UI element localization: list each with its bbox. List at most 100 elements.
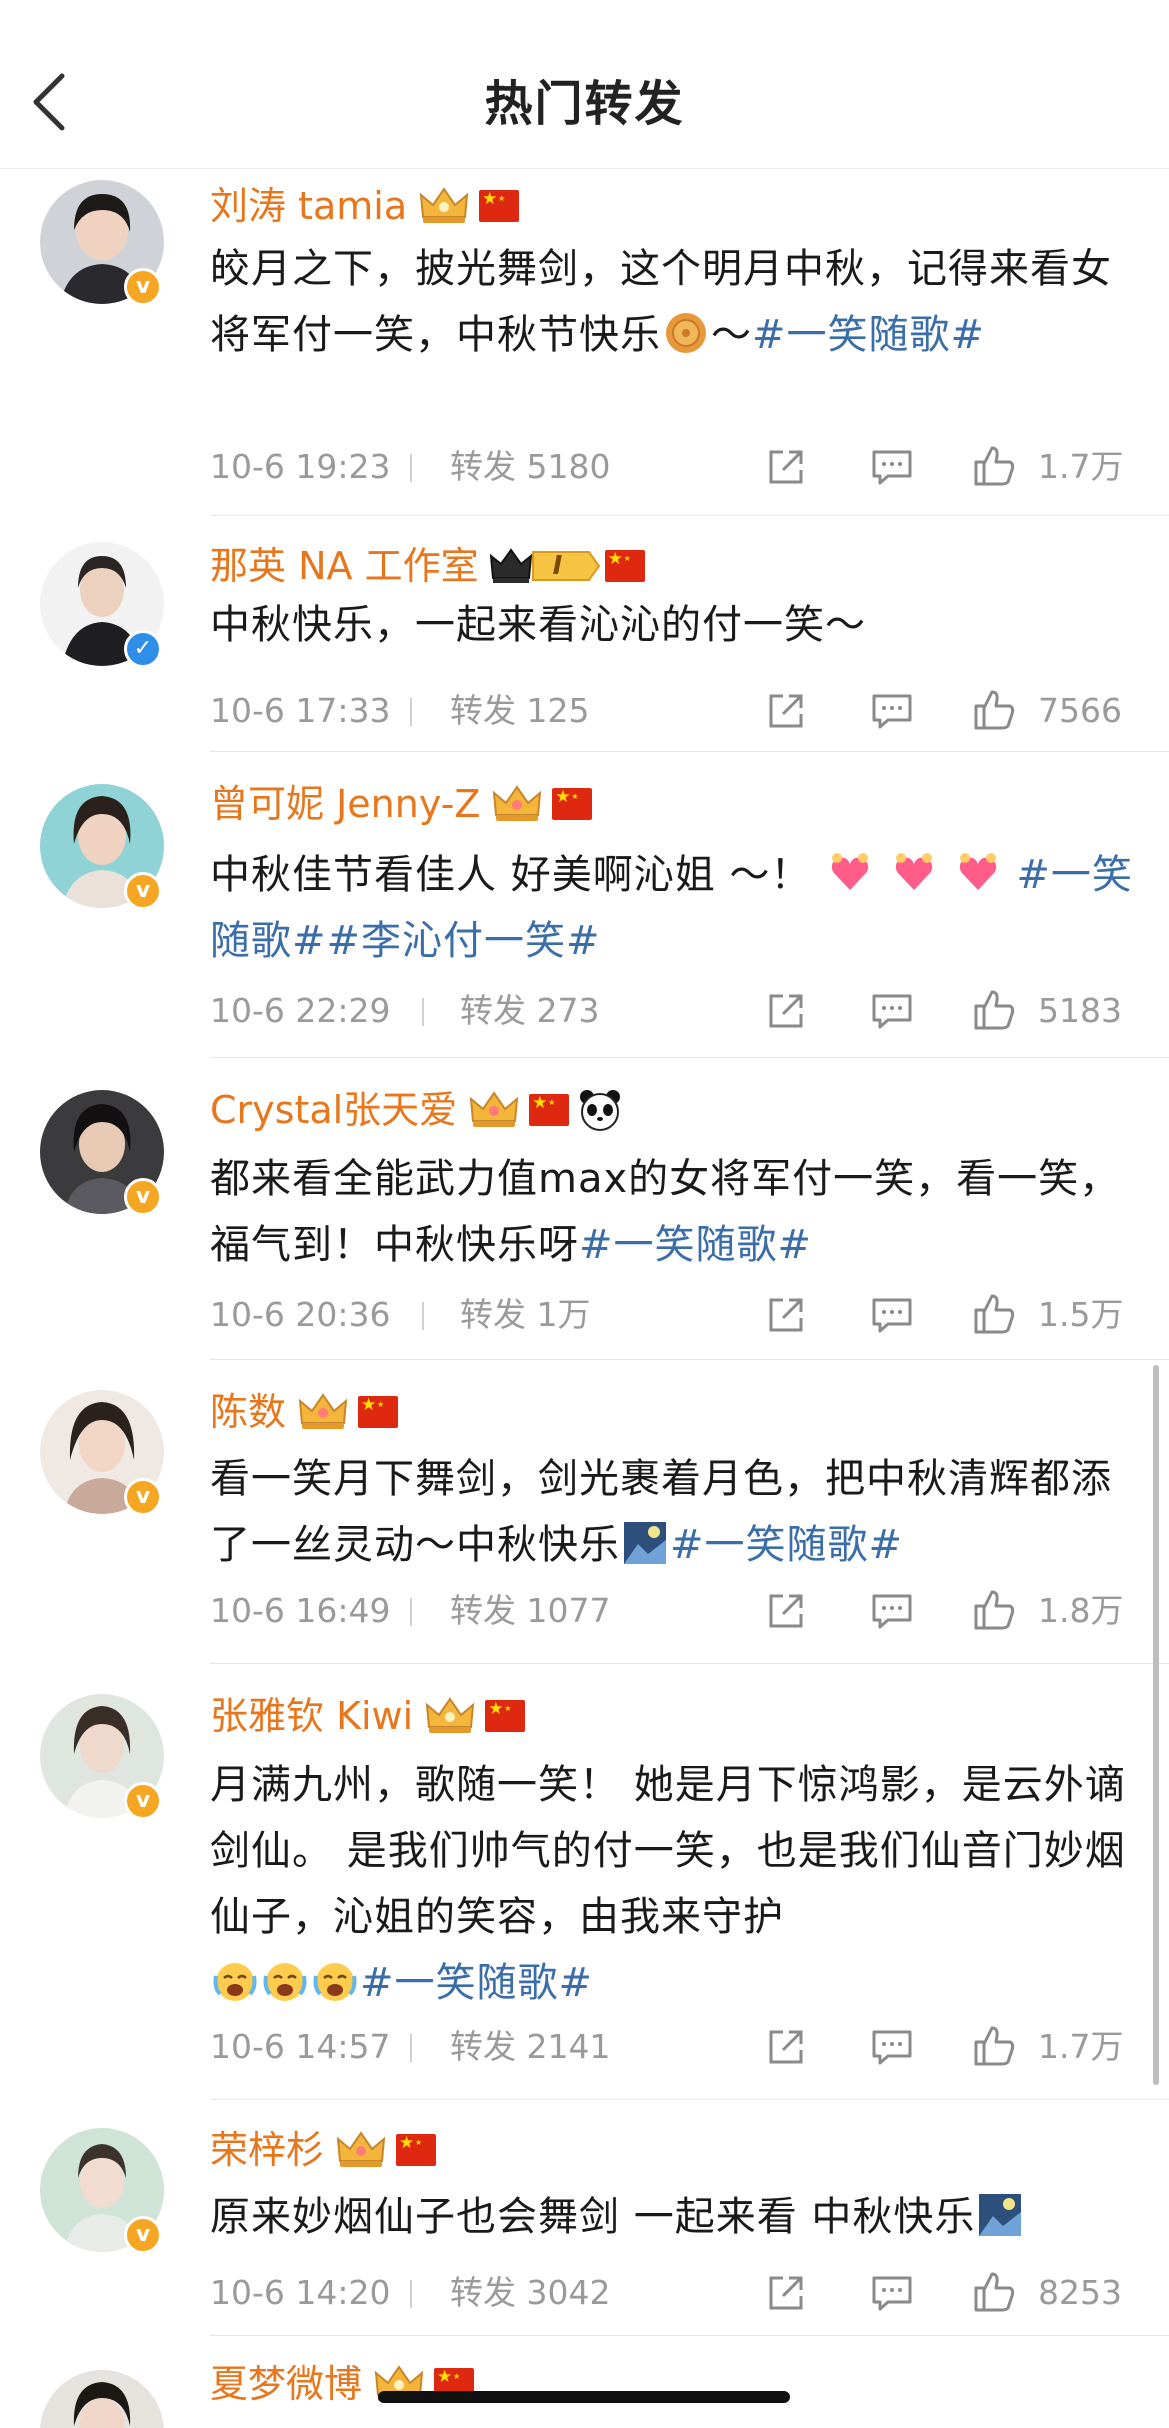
repost-item[interactable]: v 荣梓杉 原来妙烟仙子也会舞剑 一起来看 中秋快乐 10-6 14:20 转发… xyxy=(0,2100,1169,2336)
user-name[interactable]: 刘涛 tamia xyxy=(210,180,407,232)
share-icon[interactable] xyxy=(765,690,807,732)
night-scene-icon xyxy=(979,2194,1022,2236)
hashtag-link[interactable]: #一笑随歌# xyxy=(670,1522,903,1568)
crying-face-icon xyxy=(313,1963,357,2001)
heart-hands-icon xyxy=(959,853,996,890)
panda-icon xyxy=(580,1090,621,1131)
meta-row: 10-6 17:33 转发 125 7566 xyxy=(210,686,1135,736)
comment-icon[interactable] xyxy=(870,2272,914,2314)
post-content: 原来妙烟仙子也会舞剑 一起来看 中秋快乐 xyxy=(210,2184,1135,2250)
like-icon[interactable] xyxy=(970,686,1018,734)
heart-hands-icon xyxy=(895,853,933,890)
post-content: 月满九州，歌随一笑！ 她是月下惊鸿影，是云外谪剑仙。 是我们帅气的付一笑，也是我… xyxy=(210,1762,1126,2006)
comment-icon[interactable] xyxy=(870,990,914,1032)
repost-item[interactable]: 夏梦微博 xyxy=(0,2336,1169,2428)
china-flag-icon xyxy=(479,189,520,222)
share-icon[interactable] xyxy=(765,1294,807,1336)
like-count: 8253 xyxy=(1038,2273,1122,2312)
user-name[interactable]: 陈数 xyxy=(210,1386,286,1438)
china-flag-icon xyxy=(485,1699,526,1732)
home-indicator[interactable] xyxy=(378,2391,790,2403)
share-icon[interactable] xyxy=(765,990,807,1032)
post-time: 10-6 14:57 xyxy=(210,2027,391,2066)
comment-icon[interactable] xyxy=(870,1294,914,1336)
separator xyxy=(410,1598,412,1626)
hashtag-link[interactable]: #一笑随歌# xyxy=(752,312,985,358)
repost-item[interactable]: v 陈数 看一笑月下舞剑，剑光裹着月色，把中秋清辉都添了一丝灵动～中秋快乐#一笑… xyxy=(0,1360,1169,1664)
repost-item[interactable]: v 曾可妮 Jenny-Z 中秋佳节看佳人 好美啊沁姐 ～！ #一笑随歌##李沁… xyxy=(0,752,1169,1058)
user-name[interactable]: 夏梦微博 xyxy=(210,2358,362,2410)
like-icon[interactable] xyxy=(970,2268,1018,2316)
avatar[interactable] xyxy=(40,2370,164,2428)
page-title: 热门转发 xyxy=(484,76,685,132)
user-name[interactable]: 曾可妮 Jenny-Z xyxy=(210,778,480,830)
meta-row: 10-6 14:57 转发 2141 1.7万 xyxy=(210,2022,1135,2072)
repost-count: 转发 5180 xyxy=(450,447,611,486)
verified-icon: ✓ xyxy=(124,630,162,668)
comment-icon[interactable] xyxy=(870,2026,914,2068)
user-name[interactable]: 张雅钦 Kiwi xyxy=(210,1690,413,1742)
heart-hands-icon xyxy=(832,853,869,890)
like-icon[interactable] xyxy=(970,986,1018,1034)
user-name[interactable]: Crystal张天爱 xyxy=(210,1084,457,1136)
crying-face-icon xyxy=(213,1963,257,2001)
post-time: 10-6 22:29 xyxy=(210,991,391,1030)
repost-count: 转发 273 xyxy=(460,991,600,1030)
post-time: 10-6 17:33 xyxy=(210,691,391,730)
like-icon[interactable] xyxy=(970,442,1018,490)
china-flag-icon xyxy=(552,787,593,820)
page: 热门转发 v 刘涛 tamia ★ ★ 皎月之下，披光舞剑，这个明月中秋，记得来… xyxy=(0,0,1169,2428)
repost-item[interactable]: v Crystal张天爱 都来看全能武力值max的女将军付一笑，看一笑，福气到！… xyxy=(0,1058,1169,1360)
post-content: 中秋佳节看佳人 好美啊沁姐 ～！ #一笑随歌##李沁付一笑# xyxy=(210,852,1133,964)
share-icon[interactable] xyxy=(765,2026,807,2068)
repost-count: 转发 1077 xyxy=(450,1591,611,1630)
share-icon[interactable] xyxy=(765,1590,807,1632)
verified-icon: v xyxy=(124,1478,162,1516)
post-content: 看一笑月下舞剑，剑光裹着月色，把中秋清辉都添了一丝灵动～中秋快乐 #一笑随歌# xyxy=(210,1456,1112,1568)
post-time: 10-6 14:20 xyxy=(210,2273,391,2312)
comment-icon[interactable] xyxy=(870,690,914,732)
comment-icon[interactable] xyxy=(870,1590,914,1632)
share-icon[interactable] xyxy=(765,2272,807,2314)
crown-icon xyxy=(419,187,469,223)
post-time: 10-6 20:36 xyxy=(210,1295,391,1334)
name-row: 那英 NA 工作室 I xyxy=(210,536,645,596)
user-name[interactable]: 那英 NA 工作室 xyxy=(210,540,479,592)
china-flag-icon xyxy=(358,1395,399,1428)
crown-icon xyxy=(489,548,600,583)
share-icon[interactable] xyxy=(765,446,807,488)
separator xyxy=(410,698,412,726)
post-time: 10-6 19:23 xyxy=(210,447,391,486)
crown-icon xyxy=(425,1697,475,1733)
verified-icon: v xyxy=(124,268,162,306)
hashtag-link[interactable]: #一笑随歌# xyxy=(579,1222,812,1268)
repost-item[interactable]: v 刘涛 tamia 皎月之下，披光舞剑，这个明月中秋，记得来看女将军付一笑，中… xyxy=(0,168,1169,516)
post-time: 10-6 16:49 xyxy=(210,1591,391,1630)
verified-icon: v xyxy=(124,1782,162,1820)
comment-icon[interactable] xyxy=(870,446,914,488)
verified-icon: v xyxy=(124,872,162,910)
repost-count: 转发 1万 xyxy=(460,1295,591,1334)
post-content: 中秋快乐，一起来看沁沁的付一笑～ xyxy=(210,602,866,648)
post-content: 皎月之下，披光舞剑，这个明月中秋，记得来看女将军付一笑，中秋节快乐 ～#一笑随歌# xyxy=(210,246,1112,358)
separator xyxy=(410,2034,412,2062)
meta-row: 10-6 22:29 转发 273 5183 xyxy=(210,986,1135,1036)
like-icon[interactable] xyxy=(970,1290,1018,1338)
crown-icon xyxy=(336,2131,386,2167)
like-icon[interactable] xyxy=(970,1586,1018,1634)
user-name[interactable]: 荣梓杉 xyxy=(210,2124,324,2176)
repost-count: 转发 3042 xyxy=(450,2273,611,2312)
repost-item[interactable]: v 张雅钦 Kiwi 月满九州，歌随一笑！ 她是月下惊鸿影，是云外谪剑仙。 是我… xyxy=(0,1664,1169,2100)
like-count: 5183 xyxy=(1038,991,1122,1030)
hashtag-link[interactable]: #一笑随歌# xyxy=(360,1960,593,2006)
name-row: Crystal张天爱 xyxy=(210,1080,623,1140)
like-icon[interactable] xyxy=(970,2022,1018,2070)
repost-item[interactable]: ✓ 那英 NA 工作室 I 中秋快乐，一起来看沁沁的付一笑～ 10-6 17:3… xyxy=(0,516,1169,752)
china-flag-icon xyxy=(396,2133,437,2166)
crying-face-icon xyxy=(263,1963,307,2001)
scrollbar[interactable] xyxy=(1153,1365,1159,2085)
name-row: 刘涛 tamia xyxy=(210,176,520,236)
name-row: 曾可妮 Jenny-Z xyxy=(210,774,593,834)
meta-row: 10-6 14:20 转发 3042 8253 xyxy=(210,2268,1135,2318)
mooncake-icon xyxy=(666,313,706,353)
